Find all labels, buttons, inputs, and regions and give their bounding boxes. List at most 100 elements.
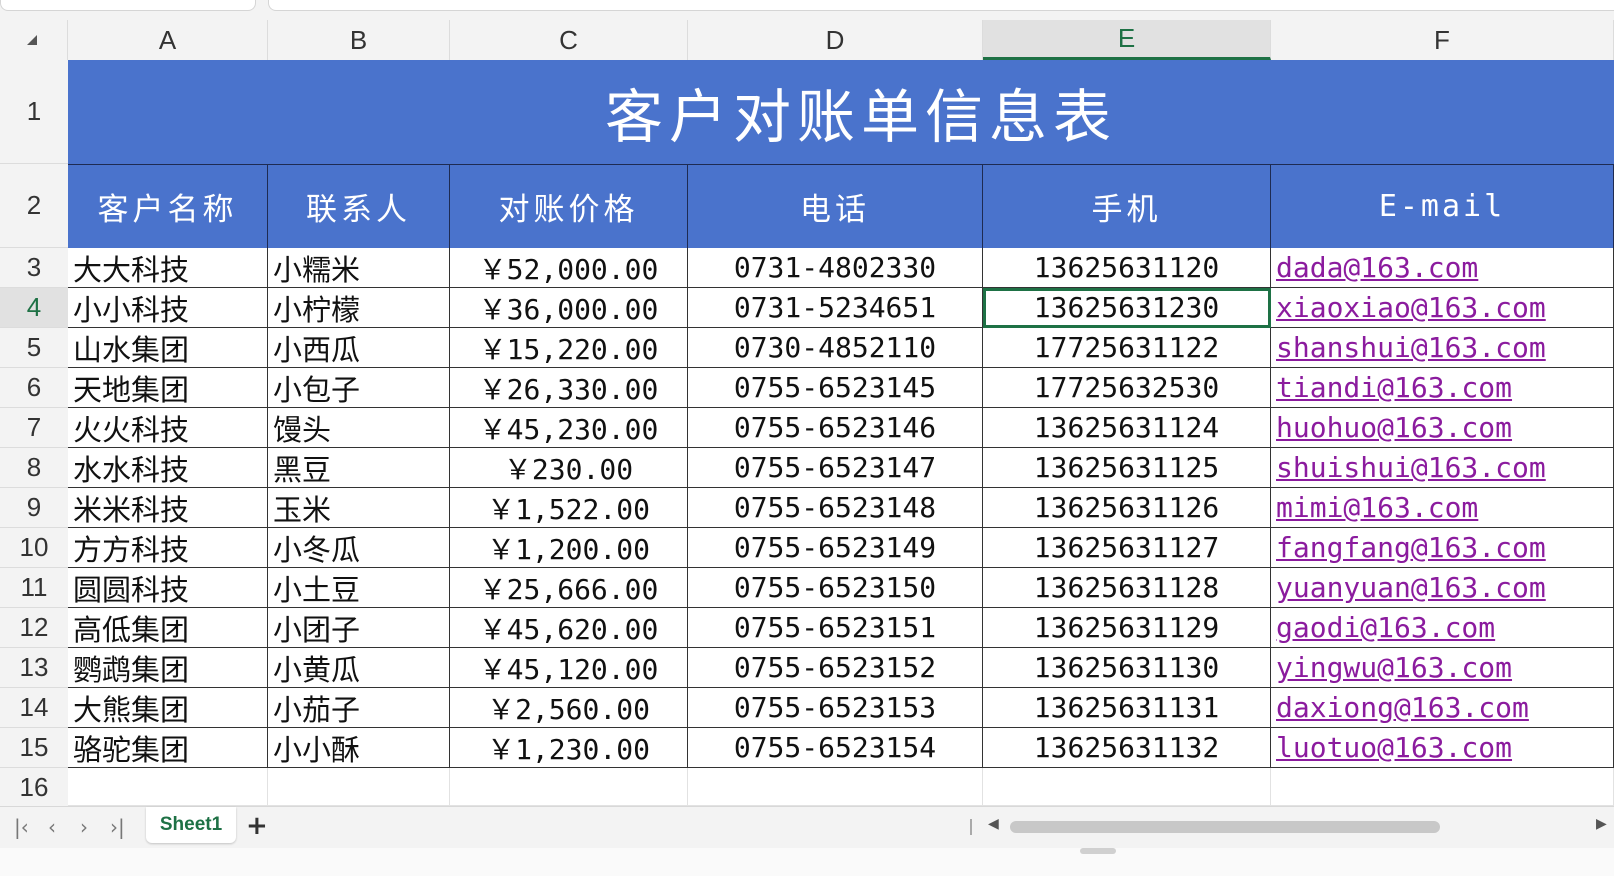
add-sheet-button[interactable]: + — [246, 811, 268, 841]
row-header-8[interactable]: 8 — [0, 448, 68, 488]
cell-email[interactable]: tiandi@163.com — [1271, 368, 1614, 408]
cell-email[interactable]: daxiong@163.com — [1271, 688, 1614, 728]
row-header-16[interactable]: 16 — [0, 768, 68, 808]
select-all-button[interactable] — [0, 20, 68, 60]
cell-phone[interactable]: 0755-6523146 — [688, 408, 983, 448]
name-box[interactable] — [0, 0, 256, 11]
cell-customer-name[interactable]: 鹦鹉集团 — [68, 648, 268, 688]
column-header-c[interactable]: C — [450, 20, 688, 60]
row-header-3[interactable]: 3 — [0, 248, 68, 288]
cell-amount[interactable]: ￥2,560.00 — [450, 688, 688, 728]
row-header-13[interactable]: 13 — [0, 648, 68, 688]
last-sheet-icon[interactable]: ›| — [110, 815, 125, 839]
cell-customer-name[interactable]: 火火科技 — [68, 408, 268, 448]
cell-mobile[interactable]: 13625631129 — [983, 608, 1271, 648]
first-sheet-icon[interactable]: |‹ — [14, 815, 29, 839]
cell-phone[interactable]: 0755-6523145 — [688, 368, 983, 408]
sheet-title-cell[interactable]: 客户对账单信息表 — [68, 60, 1614, 164]
cell-email[interactable]: huohuo@163.com — [1271, 408, 1614, 448]
scroll-right-icon[interactable]: ▶ — [1596, 816, 1607, 832]
cell-contact[interactable]: 黑豆 — [268, 448, 450, 488]
empty-cell[interactable] — [688, 768, 983, 806]
cell-email[interactable]: luotuo@163.com — [1271, 728, 1614, 768]
cell-phone[interactable]: 0755-6523148 — [688, 488, 983, 528]
cell-mobile[interactable]: 13625631130 — [983, 648, 1271, 688]
cell-amount[interactable]: ￥1,200.00 — [450, 528, 688, 568]
empty-cell[interactable] — [1271, 768, 1614, 806]
prev-sheet-icon[interactable]: ‹ — [48, 815, 56, 839]
cell-amount[interactable]: ￥15,220.00 — [450, 328, 688, 368]
cell-mobile[interactable]: 13625631128 — [983, 568, 1271, 608]
cell-phone[interactable]: 0731-5234651 — [688, 288, 983, 328]
cell-mobile[interactable]: 13625631230 — [983, 288, 1271, 328]
cell-phone[interactable]: 0755-6523149 — [688, 528, 983, 568]
cell-mobile[interactable]: 13625631124 — [983, 408, 1271, 448]
cell-email[interactable]: gaodi@163.com — [1271, 608, 1614, 648]
cell-customer-name[interactable]: 水水科技 — [68, 448, 268, 488]
row-header-5[interactable]: 5 — [0, 328, 68, 368]
cell-customer-name[interactable]: 圆圆科技 — [68, 568, 268, 608]
cell-contact[interactable]: 馒头 — [268, 408, 450, 448]
resize-handle[interactable] — [1080, 848, 1116, 854]
row-header-2[interactable]: 2 — [0, 164, 68, 248]
cell-mobile[interactable]: 13625631131 — [983, 688, 1271, 728]
column-header-a[interactable]: A — [68, 20, 268, 60]
cell-email[interactable]: shanshui@163.com — [1271, 328, 1614, 368]
cell-contact[interactable]: 小黄瓜 — [268, 648, 450, 688]
row-header-15[interactable]: 15 — [0, 728, 68, 768]
column-header-f[interactable]: F — [1271, 20, 1614, 60]
cell-amount[interactable]: ￥36,000.00 — [450, 288, 688, 328]
row-header-7[interactable]: 7 — [0, 408, 68, 448]
header-cell-amount[interactable]: 对账价格 — [450, 164, 688, 248]
cell-contact[interactable]: 小土豆 — [268, 568, 450, 608]
cell-contact[interactable]: 小糯米 — [268, 248, 450, 288]
cell-phone[interactable]: 0730-4852110 — [688, 328, 983, 368]
cell-customer-name[interactable]: 大熊集团 — [68, 688, 268, 728]
cell-email[interactable]: shuishui@163.com — [1271, 448, 1614, 488]
cell-mobile[interactable]: 13625631126 — [983, 488, 1271, 528]
cell-amount[interactable]: ￥45,230.00 — [450, 408, 688, 448]
row-header-9[interactable]: 9 — [0, 488, 68, 528]
row-header-6[interactable]: 6 — [0, 368, 68, 408]
header-cell-email[interactable]: E-mail — [1271, 164, 1614, 248]
cell-amount[interactable]: ￥45,620.00 — [450, 608, 688, 648]
row-header-14[interactable]: 14 — [0, 688, 68, 728]
row-header-4[interactable]: 4 — [0, 288, 68, 328]
cell-customer-name[interactable]: 山水集团 — [68, 328, 268, 368]
cell-customer-name[interactable]: 米米科技 — [68, 488, 268, 528]
formula-input[interactable] — [268, 0, 1614, 11]
cell-phone[interactable]: 0755-6523151 — [688, 608, 983, 648]
cell-email[interactable]: dada@163.com — [1271, 248, 1614, 288]
cell-customer-name[interactable]: 骆驼集团 — [68, 728, 268, 768]
cell-customer-name[interactable]: 天地集团 — [68, 368, 268, 408]
row-header-1[interactable]: 1 — [0, 60, 68, 164]
cell-contact[interactable]: 小冬瓜 — [268, 528, 450, 568]
cell-contact[interactable]: 小柠檬 — [268, 288, 450, 328]
cell-contact[interactable]: 小茄子 — [268, 688, 450, 728]
cell-amount[interactable]: ￥52,000.00 — [450, 248, 688, 288]
header-cell-customer-name[interactable]: 客户名称 — [68, 164, 268, 248]
cell-amount[interactable]: ￥25,666.00 — [450, 568, 688, 608]
cell-email[interactable]: yingwu@163.com — [1271, 648, 1614, 688]
cell-mobile[interactable]: 13625631132 — [983, 728, 1271, 768]
cell-contact[interactable]: 玉米 — [268, 488, 450, 528]
scroll-left-icon[interactable]: ◀ — [988, 816, 999, 832]
cell-customer-name[interactable]: 大大科技 — [68, 248, 268, 288]
cell-mobile[interactable]: 13625631120 — [983, 248, 1271, 288]
row-header-10[interactable]: 10 — [0, 528, 68, 568]
cell-customer-name[interactable]: 小小科技 — [68, 288, 268, 328]
cell-mobile[interactable]: 17725631122 — [983, 328, 1271, 368]
cell-amount[interactable]: ￥1,230.00 — [450, 728, 688, 768]
cell-customer-name[interactable]: 方方科技 — [68, 528, 268, 568]
cell-email[interactable]: yuanyuan@163.com — [1271, 568, 1614, 608]
cell-contact[interactable]: 小小酥 — [268, 728, 450, 768]
cell-amount[interactable]: ￥1,522.00 — [450, 488, 688, 528]
cell-contact[interactable]: 小包子 — [268, 368, 450, 408]
cell-amount[interactable]: ￥230.00 — [450, 448, 688, 488]
cell-email[interactable]: mimi@163.com — [1271, 488, 1614, 528]
sheet-tab-sheet1[interactable]: Sheet1 — [146, 807, 236, 843]
cell-phone[interactable]: 0755-6523154 — [688, 728, 983, 768]
column-header-b[interactable]: B — [268, 20, 450, 60]
header-cell-mobile[interactable]: 手机 — [983, 164, 1271, 248]
cell-mobile[interactable]: 17725632530 — [983, 368, 1271, 408]
